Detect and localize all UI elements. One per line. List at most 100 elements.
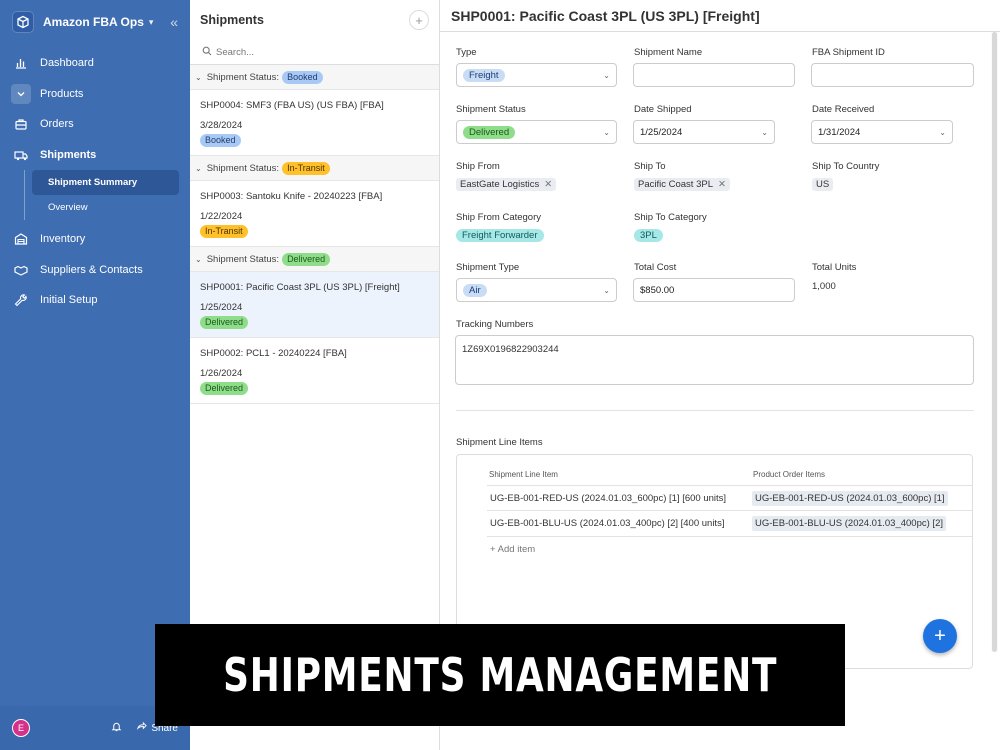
chevron-down-icon[interactable] [11,83,31,104]
chevron-down-icon[interactable]: ▾ [149,17,154,28]
sidebar-subitem-overview[interactable]: Overview [32,195,179,220]
list-item[interactable]: SHP0001: Pacific Coast 3PL (US 3PL) [Fre… [190,272,439,338]
date-shipped-label: Date Shipped [634,104,692,115]
column-header-order-items[interactable]: Product Order Items [753,470,825,479]
avatar[interactable]: E [12,719,30,737]
collapse-sidebar-icon[interactable]: « [170,14,178,30]
order-item-chip[interactable]: UG-EB-001-BLU-US (2024.01.03_400pc) [2] [752,516,946,531]
ship-to-country-field[interactable]: US [812,178,834,191]
close-icon[interactable]: ✕ [544,179,552,190]
order-item-chip[interactable]: UG-EB-001-RED-US (2024.01.03_600pc) [1] [752,491,948,506]
total-cost-field[interactable]: $850.00 [633,278,795,302]
list-title: Shipments [200,13,264,27]
group-label: Shipment Status: [206,162,280,174]
warehouse-icon [14,232,28,246]
page-title: SHP0001: Pacific Coast 3PL (US 3PL) [Fre… [440,0,1000,32]
sidebar-item-orders[interactable]: Orders [0,109,190,140]
line-item-cell: UG-EB-001-BLU-US (2024.01.03_400pc) [2] … [490,518,725,529]
shipment-status-select[interactable]: Delivered ⌄ [456,120,617,144]
banner-text: SHIPMENTS MANAGEMENT [222,648,778,702]
ship-to-category-value: 3PL [634,229,663,242]
sidebar-header: Amazon FBA Ops ▾ « [0,0,190,44]
type-label: Type [456,47,477,58]
shipment-status-label: Shipment Status [456,104,526,115]
line-item-cell: UG-EB-001-RED-US (2024.01.03_600pc) [1] … [490,493,727,504]
status-badge: In-Transit [282,161,330,175]
bell-icon[interactable] [111,721,122,735]
sidebar-item-products[interactable]: Products [0,79,190,110]
status-badge: Delivered [200,382,249,395]
sidebar-item-label: Initial Setup [40,294,98,307]
list-item[interactable]: SHP0002: PCL1 - 20240224 [FBA] 1/26/2024… [190,338,439,404]
record-date: 1/26/2024 [200,368,243,379]
group-header-in-transit[interactable]: ⌄ Shipment Status: In-Transit [190,156,439,181]
ship-from-field[interactable]: EastGate Logistics ✕ [456,178,557,191]
add-fab-button[interactable]: + [923,619,957,653]
sidebar-subitem-shipment-summary[interactable]: Shipment Summary [32,170,179,195]
ship-from-chip[interactable]: EastGate Logistics ✕ [456,178,557,191]
add-record-button[interactable]: + [409,10,429,30]
group-header-booked[interactable]: ⌄ Shipment Status: Booked [190,65,439,90]
ship-to-chip[interactable]: Pacific Coast 3PL ✕ [634,178,730,191]
sidebar-item-label: Shipments [40,148,97,161]
share-icon [136,721,148,735]
date-shipped-value: 1/25/2024 [640,126,683,138]
ship-to-category-label: Ship To Category [634,212,707,223]
date-shipped-field[interactable]: 1/25/2024 ⌄ [633,120,775,144]
fba-shipment-id-label: FBA Shipment ID [812,47,885,58]
chevron-down-icon[interactable]: ⌄ [195,73,202,82]
ship-to-country-label: Ship To Country [812,161,880,172]
list-item[interactable]: SHP0004: SMF3 (FBA US) (US FBA) [FBA] 3/… [190,90,439,156]
chevron-down-icon[interactable]: ⌄ [195,164,202,173]
sidebar-item-inventory[interactable]: Inventory [0,224,190,255]
chevron-down-icon: ⌄ [761,127,768,137]
tracking-numbers-field[interactable]: 1Z69X0196822903244 [455,335,974,385]
sidebar-item-suppliers-contacts[interactable]: Suppliers & Contacts [0,255,190,286]
app-logo-icon [12,11,34,33]
table-row[interactable]: UG-EB-001-BLU-US (2024.01.03_400pc) [2] … [487,511,972,537]
column-header-line-item[interactable]: Shipment Line Item [489,470,558,479]
shipments-submenu: Shipment Summary Overview [0,170,190,220]
scrollbar-thumb[interactable] [992,32,997,652]
record-title: SHP0001: Pacific Coast 3PL (US 3PL) [Fre… [200,282,400,293]
chart-icon [14,56,28,70]
truck-icon [14,148,28,162]
sidebar-item-label: Inventory [40,233,86,246]
table-row[interactable]: UG-EB-001-RED-US (2024.01.03_600pc) [1] … [487,485,972,511]
ship-to-field[interactable]: Pacific Coast 3PL ✕ [634,178,730,191]
list-item[interactable]: SHP0003: Santoku Knife - 20240223 [FBA] … [190,181,439,247]
status-badge: Booked [282,70,323,84]
chevron-down-icon: ⌄ [939,127,946,137]
sidebar-item-label: Suppliers & Contacts [40,263,143,276]
shipment-name-field[interactable] [633,63,795,87]
chevron-down-icon[interactable]: ⌄ [195,255,202,264]
ship-to-label: Ship To [634,161,666,172]
app-title[interactable]: Amazon FBA Ops [43,15,144,29]
status-badge: Delivered [200,316,249,329]
sidebar-nav: Dashboard Products Orders Shipments Ship… [0,48,190,316]
ship-from-category-value: Freight Forwarder [456,229,544,242]
sidebar-item-shipments[interactable]: Shipments [0,140,190,171]
total-cost-label: Total Cost [634,262,677,273]
type-select[interactable]: Freight ⌄ [456,63,617,87]
wrench-icon [14,293,28,307]
shipment-type-select[interactable]: Air ⌄ [456,278,617,302]
close-icon[interactable]: ✕ [718,179,726,190]
ship-from-category-field[interactable]: Freight Forwarder [456,229,544,242]
record-title: SHP0002: PCL1 - 20240224 [FBA] [200,348,347,359]
add-item-button[interactable]: + Add item [490,544,535,555]
sidebar-item-initial-setup[interactable]: Initial Setup [0,285,190,316]
date-received-field[interactable]: 1/31/2024 ⌄ [811,120,953,144]
ship-from-value: EastGate Logistics [460,179,540,190]
fba-shipment-id-field[interactable] [811,63,974,87]
tracking-numbers-label: Tracking Numbers [456,319,534,330]
sidebar-item-dashboard[interactable]: Dashboard [0,48,190,79]
scrollbar[interactable] [991,32,998,652]
ship-to-category-field[interactable]: 3PL [634,229,663,242]
group-label: Shipment Status: [206,71,280,83]
search-input[interactable]: Search... [190,40,439,65]
submenu-divider [24,170,25,220]
type-value: Freight [463,68,505,82]
date-received-label: Date Received [812,104,875,115]
group-header-delivered[interactable]: ⌄ Shipment Status: Delivered [190,247,439,272]
